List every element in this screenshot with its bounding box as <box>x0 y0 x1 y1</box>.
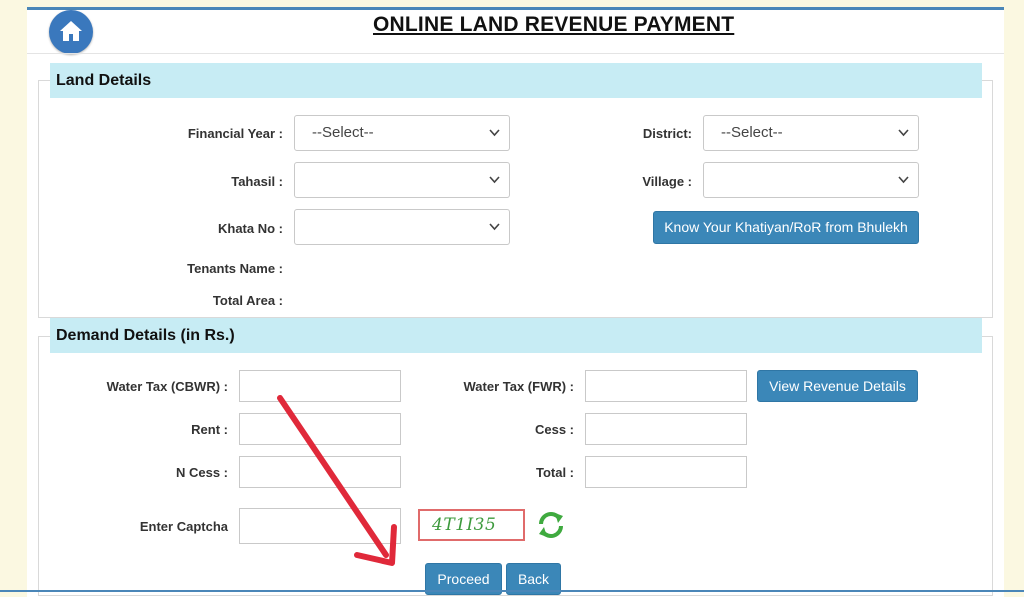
captcha-input[interactable] <box>239 508 401 544</box>
district-select[interactable]: --Select-- <box>703 115 919 151</box>
total-area-label: Total Area : <box>212 293 283 308</box>
chevron-down-icon <box>898 129 909 137</box>
water-tax-cbwr-label: Water Tax (CBWR) : <box>106 379 228 394</box>
refresh-icon[interactable] <box>536 510 566 540</box>
demand-details-heading: Demand Details (in Rs.) <box>50 318 982 353</box>
financial-year-select[interactable]: --Select-- <box>294 115 510 151</box>
financial-year-value: --Select-- <box>312 124 374 141</box>
n-cess-input[interactable] <box>239 456 401 488</box>
water-tax-fwr-input[interactable] <box>585 370 747 402</box>
rent-label: Rent : <box>191 422 228 437</box>
chevron-down-icon <box>898 176 909 184</box>
total-label: Total : <box>535 465 574 480</box>
land-details-heading: Land Details <box>50 63 982 98</box>
home-button[interactable] <box>49 10 93 54</box>
khata-no-label: Khata No : <box>218 221 283 236</box>
district-value: --Select-- <box>721 124 783 141</box>
know-khatiyan-button[interactable]: Know Your Khatiyan/RoR from Bhulekh <box>653 211 919 244</box>
n-cess-label: N Cess : <box>175 465 228 480</box>
chevron-down-icon <box>489 176 500 184</box>
cess-label: Cess : <box>534 422 574 437</box>
home-icon <box>60 21 82 41</box>
financial-year-label: Financial Year : <box>187 126 283 141</box>
chevron-down-icon <box>489 129 500 137</box>
water-tax-cbwr-input[interactable] <box>239 370 401 402</box>
village-label: Village : <box>642 174 692 189</box>
header-divider <box>27 53 1004 54</box>
tenants-name-label: Tenants Name : <box>187 261 283 276</box>
captcha-image: 4T1I35 <box>418 509 525 541</box>
total-input[interactable] <box>585 456 747 488</box>
view-revenue-details-button[interactable]: View Revenue Details <box>757 370 918 402</box>
cess-input[interactable] <box>585 413 747 445</box>
tahasil-label: Tahasil : <box>231 174 283 189</box>
page-title: ONLINE LAND REVENUE PAYMENT <box>373 13 735 36</box>
rent-input[interactable] <box>239 413 401 445</box>
chevron-down-icon <box>489 223 500 231</box>
captcha-label: Enter Captcha <box>139 519 228 534</box>
tahasil-select[interactable] <box>294 162 510 198</box>
khata-no-select[interactable] <box>294 209 510 245</box>
water-tax-fwr-label: Water Tax (FWR) : <box>463 379 575 394</box>
village-select[interactable] <box>703 162 919 198</box>
district-label: District: <box>642 126 692 141</box>
